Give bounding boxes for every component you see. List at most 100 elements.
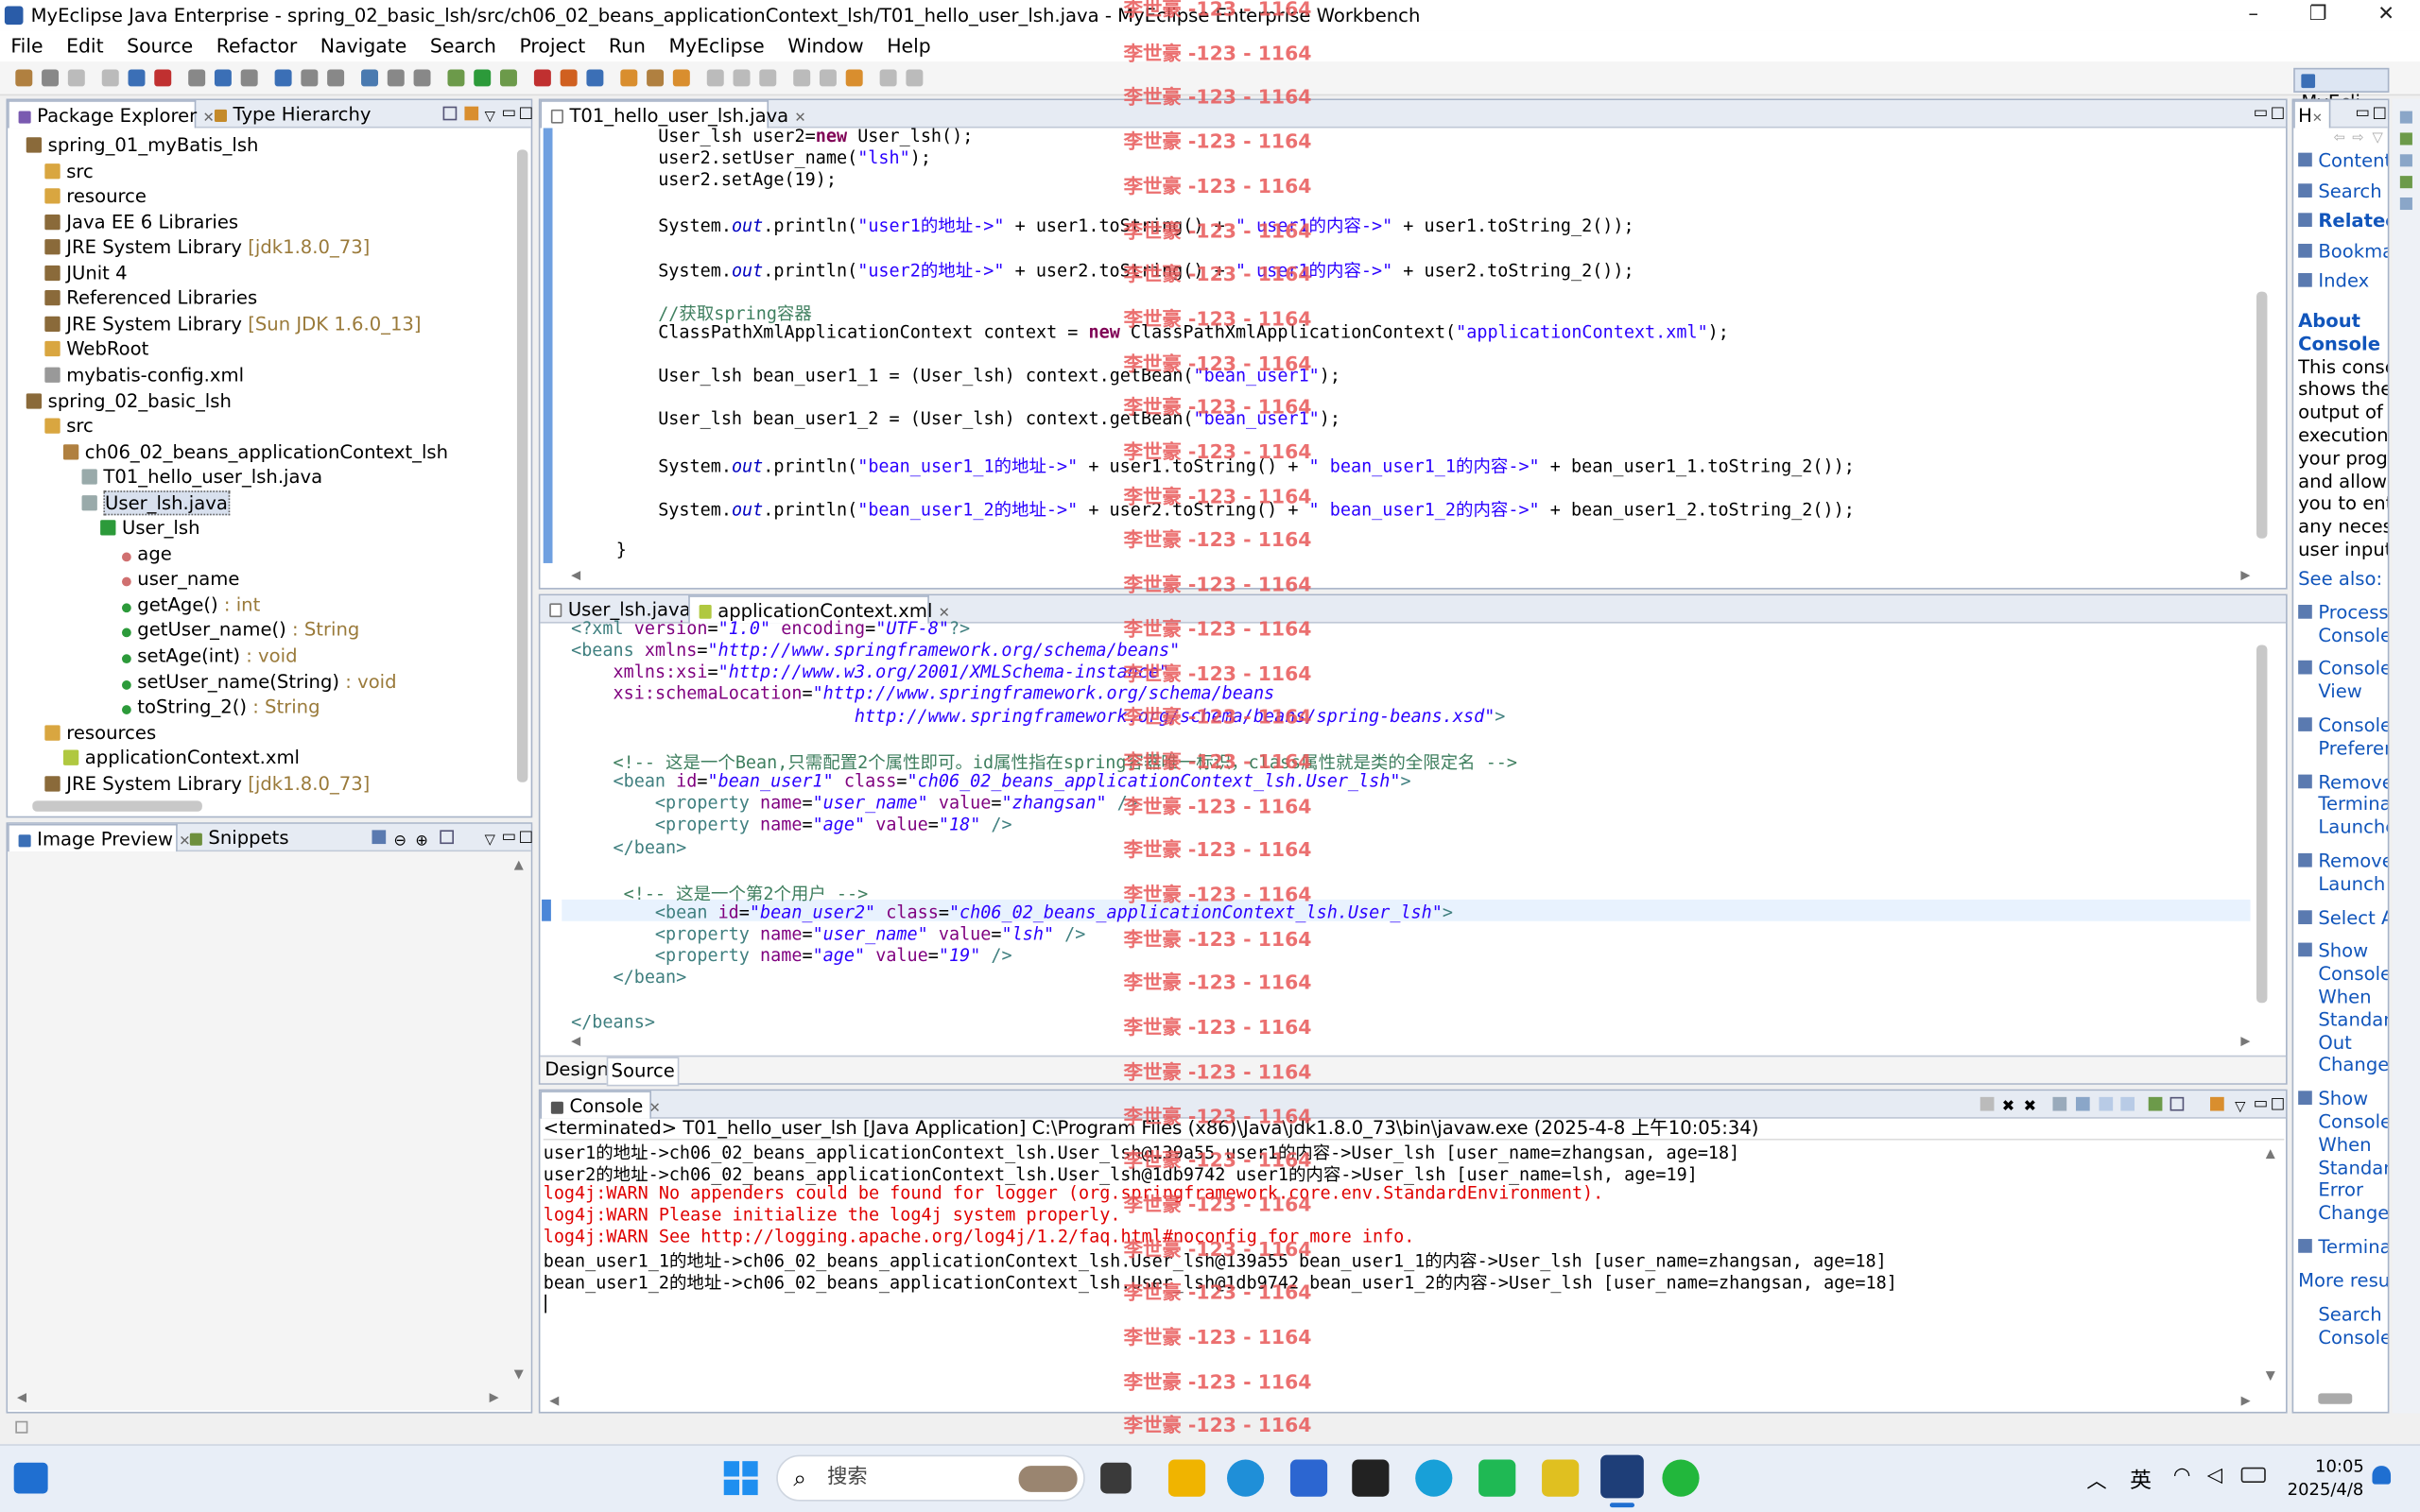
- wechat-icon[interactable]: [1662, 1459, 1700, 1497]
- menu-run[interactable]: Run: [597, 31, 658, 62]
- help-topic-link[interactable]: Out: [2318, 1031, 2352, 1054]
- scroll-lock-icon[interactable]: [2075, 1096, 2090, 1111]
- minimize-view-icon[interactable]: ▭: [2356, 100, 2370, 128]
- trim-icon-5[interactable]: [2399, 197, 2412, 211]
- file-explorer-icon[interactable]: [1100, 1462, 1132, 1494]
- close-icon[interactable]: ✕: [794, 112, 805, 127]
- help-nav-item[interactable]: Relatec: [2318, 210, 2387, 232]
- perspective-switcher[interactable]: MyEcli...: [2293, 67, 2390, 112]
- tree-item[interactable]: User_lsh: [100, 516, 200, 541]
- unity-icon[interactable]: [1352, 1459, 1390, 1497]
- xml-code-area[interactable]: <?xml version="1.0" encoding="UTF-8"?> <b…: [571, 619, 2254, 1036]
- toolbar-button-25-icon[interactable]: [706, 69, 724, 87]
- help-topic-link[interactable]: Changes: [2318, 1055, 2387, 1077]
- help-topic-link[interactable]: Standard: [2318, 1008, 2387, 1031]
- battery-icon[interactable]: [2240, 1467, 2266, 1484]
- help-topic-link[interactable]: Standard: [2318, 1157, 2387, 1179]
- tree-item[interactable]: JRE System Library [jdk1.8.0_73]: [44, 234, 370, 260]
- ime-indicator[interactable]: 英: [2130, 1464, 2152, 1495]
- toolbar-button-15-icon[interactable]: [413, 69, 431, 87]
- tree-item[interactable]: toString_2() : String: [119, 695, 320, 720]
- tree-item[interactable]: JUnit 4: [44, 261, 128, 286]
- actual-size-icon[interactable]: [440, 830, 455, 845]
- help-topic-link[interactable]: Console: [2318, 714, 2387, 737]
- close-icon[interactable]: ✕: [2312, 112, 2323, 126]
- pin-console-icon[interactable]: [2148, 1096, 2163, 1111]
- display-console-icon[interactable]: [2169, 1096, 2185, 1111]
- toolbar-button-22-icon[interactable]: [620, 69, 638, 87]
- help-topic-link[interactable]: Console: [2318, 963, 2387, 986]
- menu-myeclipse[interactable]: MyEclipse: [658, 31, 777, 62]
- tree-item[interactable]: mybatis-config.xml: [44, 363, 244, 388]
- tree-item[interactable]: JRE System Library [Sun JDK 1.6.0_13]: [44, 312, 422, 337]
- scroll-right-icon[interactable]: ▶: [490, 1390, 499, 1404]
- tree-item[interactable]: JRE System Library [jdk1.8.0_73]: [44, 771, 370, 797]
- show-stderr-icon[interactable]: [2120, 1096, 2135, 1111]
- toolbar-button-21-icon[interactable]: [586, 69, 604, 87]
- tree-item[interactable]: resources: [44, 720, 156, 746]
- toolbar-button-5-icon[interactable]: [128, 69, 146, 87]
- view-menu-icon[interactable]: ▽: [485, 103, 495, 130]
- help-nav-item[interactable]: Search: [2318, 180, 2381, 202]
- maximize-view-icon[interactable]: □: [519, 100, 533, 128]
- scroll-left-icon[interactable]: ◀: [571, 568, 580, 582]
- back-icon[interactable]: ⇦: [2334, 131, 2345, 146]
- toolbar-button-14-icon[interactable]: [387, 69, 405, 87]
- store-icon[interactable]: [1289, 1459, 1328, 1497]
- toolbar-button-3-icon[interactable]: [67, 69, 85, 87]
- tree-item[interactable]: applicationContext.xml: [62, 746, 300, 771]
- tree-item[interactable]: Referenced Libraries: [44, 286, 257, 312]
- scroll-right-icon[interactable]: ▶: [2240, 1034, 2250, 1048]
- tree-item[interactable]: age: [119, 541, 172, 567]
- editor-horizontal-scrollbar[interactable]: ◀ ▶: [571, 568, 2250, 583]
- toolbar-button-12-icon[interactable]: [327, 69, 345, 87]
- help-topic-link[interactable]: Error: [2318, 1179, 2363, 1202]
- tree-item[interactable]: spring_02_basic_lsh: [26, 388, 232, 414]
- show-hidden-icons-icon[interactable]: ︿: [2086, 1464, 2106, 1493]
- maximize-button[interactable]: ❐: [2288, 0, 2349, 31]
- tree-item[interactable]: resource: [44, 183, 147, 209]
- help-menu-icon[interactable]: ▽: [2372, 131, 2382, 146]
- tree-item[interactable]: User_lsh.java: [81, 490, 230, 516]
- minimize-view-icon[interactable]: ▭: [502, 824, 516, 851]
- help-search-console[interactable]: Search fo: [2318, 1303, 2387, 1326]
- edge-browser-icon[interactable]: [1226, 1459, 1265, 1497]
- help-topic-link[interactable]: When: [2318, 986, 2371, 1008]
- help-topic-link[interactable]: Select Al: [2318, 906, 2387, 929]
- toolbar-button-27-icon[interactable]: [759, 69, 777, 87]
- editor-vertical-scrollbar[interactable]: [2256, 644, 2268, 1004]
- scroll-left-icon[interactable]: ◀: [549, 1393, 559, 1407]
- help-search-console[interactable]: Console vie: [2318, 1326, 2387, 1349]
- help-nav-item[interactable]: Index: [2318, 270, 2369, 293]
- trim-icon-3[interactable]: [2399, 154, 2412, 167]
- show-stdout-icon[interactable]: [2099, 1096, 2114, 1111]
- toolbar-button-32-icon[interactable]: [906, 69, 924, 87]
- toolbar-button-6-icon[interactable]: [154, 69, 172, 87]
- toolbar-button-10-icon[interactable]: [274, 69, 292, 87]
- edge-ai-icon[interactable]: [1415, 1459, 1453, 1497]
- scroll-up-icon[interactable]: ▲: [514, 858, 524, 872]
- open-console-icon[interactable]: [2210, 1096, 2224, 1111]
- toolbar-button-20-icon[interactable]: [560, 69, 578, 87]
- help-topic-link[interactable]: Changes: [2318, 1202, 2387, 1225]
- scroll-down-icon[interactable]: ▼: [2266, 1368, 2275, 1383]
- tree-item[interactable]: ch06_02_beans_applicationContext_lsh: [62, 439, 448, 465]
- scroll-left-icon[interactable]: ◀: [17, 1390, 26, 1404]
- editor-horizontal-scrollbar[interactable]: ◀ ▶: [571, 1034, 2250, 1049]
- help-topic-link[interactable]: View: [2318, 680, 2362, 703]
- java-code-area[interactable]: User_lsh user2=new User_lsh(); user2.set…: [574, 127, 2256, 561]
- tree-item[interactable]: WebRoot: [44, 337, 148, 363]
- toolbar-button-8-icon[interactable]: [214, 69, 232, 87]
- trim-icon-1[interactable]: [2399, 111, 2412, 124]
- menu-search[interactable]: Search: [419, 31, 509, 62]
- link-editor-icon[interactable]: [464, 106, 479, 121]
- tree-item[interactable]: src: [44, 414, 94, 439]
- help-topic-link[interactable]: Preferen: [2318, 737, 2387, 760]
- tab-design[interactable]: Design: [544, 1057, 609, 1083]
- menu-project[interactable]: Project: [509, 31, 597, 62]
- myeclipse-taskbar-icon[interactable]: [1600, 1454, 1644, 1499]
- clear-console-icon[interactable]: [2052, 1096, 2067, 1111]
- maximize-view-icon[interactable]: □: [2271, 100, 2285, 128]
- help-topic-link[interactable]: Remove: [2318, 771, 2387, 794]
- toolbar-button-11-icon[interactable]: [301, 69, 319, 87]
